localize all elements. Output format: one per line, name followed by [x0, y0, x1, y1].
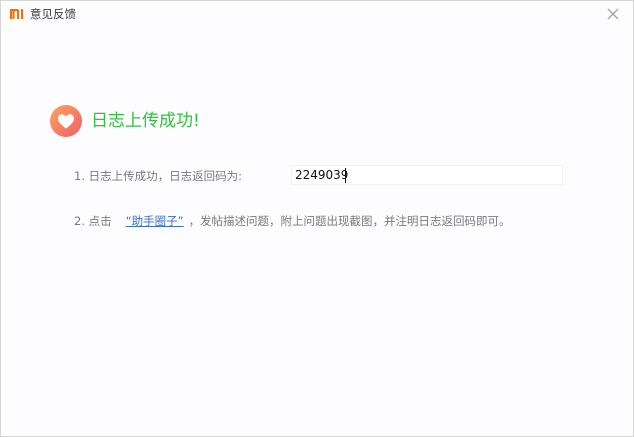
step2-prefix: 2. 点击 [74, 214, 112, 228]
assistant-forum-link[interactable]: “助手圈子” [126, 212, 184, 230]
log-code-value[interactable]: 2249039 [295, 167, 348, 184]
heart-icon [50, 105, 82, 137]
window-title: 意见反馈 [30, 7, 76, 21]
feedback-window: 意见反馈 日志上传成功! 1. 日志上传成功，日志返回码为: 2249039 2… [0, 0, 634, 437]
log-code-field[interactable]: 2249039 [291, 165, 563, 185]
text-caret [345, 168, 346, 183]
step1-label: 1. 日志上传成功，日志返回码为: [74, 169, 243, 183]
step2-instructions: 2. 点击 “助手圈子” ，发帖描述问题，附上问题出现截图，并注明日志返回码即可。 [74, 212, 511, 230]
success-message: 日志上传成功! [91, 111, 200, 131]
title-bar: 意见反馈 [1, 1, 633, 27]
mi-logo [10, 9, 23, 19]
close-icon[interactable] [604, 5, 622, 23]
step2-suffix: ，发帖描述问题，附上问题出现截图，并注明日志返回码即可。 [188, 214, 511, 228]
